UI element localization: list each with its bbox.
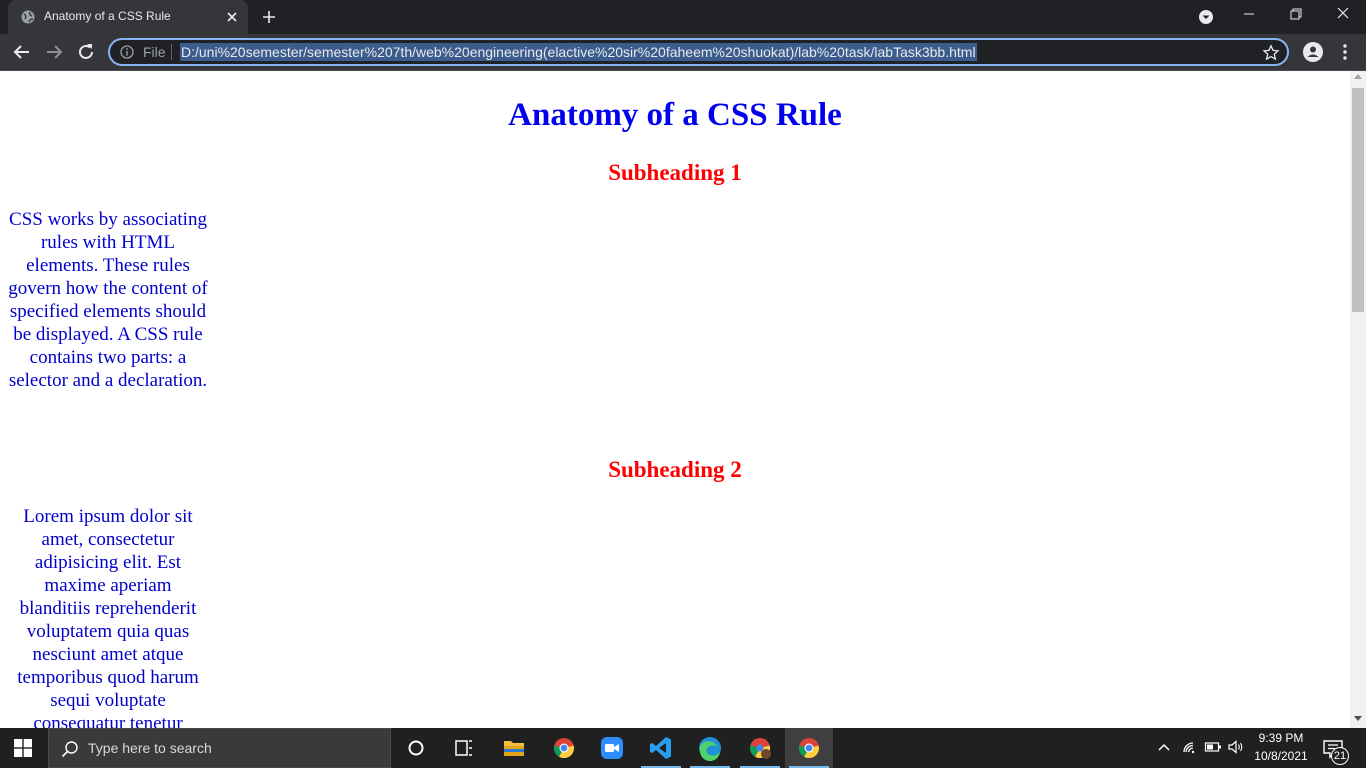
subheading-1: Subheading 1: [608, 160, 742, 185]
address-bar[interactable]: File D:/uni%20semester/semester%207th/we…: [108, 38, 1289, 66]
wifi-icon[interactable]: [1181, 738, 1199, 756]
tab-strip: Anatomy of a CSS Rule: [0, 0, 1366, 34]
page-title: Anatomy of a CSS Rule: [508, 97, 842, 133]
forward-arrow-icon[interactable]: [42, 40, 66, 64]
search-icon: [61, 741, 78, 758]
vertical-scrollbar[interactable]: [1350, 71, 1366, 728]
notification-count-badge: 21: [1331, 747, 1349, 765]
globe-icon: [21, 10, 35, 24]
edge-taskbar-item[interactable]: [686, 728, 734, 768]
info-icon[interactable]: [120, 45, 134, 59]
chrome-active-taskbar-item[interactable]: [785, 728, 833, 768]
vscode-icon: [650, 737, 671, 759]
battery-icon[interactable]: [1204, 738, 1222, 756]
page-viewport: Anatomy of a CSS Rule Subheading 1 CSS w…: [0, 71, 1350, 728]
chrome-icon: [798, 738, 820, 759]
browser-toolbar: File D:/uni%20semester/semester%207th/we…: [0, 34, 1366, 71]
scroll-down-arrow-icon[interactable]: [1354, 716, 1362, 721]
reload-icon[interactable]: [74, 40, 98, 64]
search-placeholder: Type here to search: [88, 740, 212, 756]
scroll-up-arrow-icon[interactable]: [1354, 74, 1362, 79]
back-arrow-icon[interactable]: [10, 40, 34, 64]
edge-icon: [699, 737, 721, 762]
browser-tab[interactable]: Anatomy of a CSS Rule: [8, 0, 248, 34]
minimize-icon[interactable]: [1226, 0, 1272, 30]
vscode-taskbar-item[interactable]: [637, 728, 685, 768]
chrome-profile-taskbar-item[interactable]: [736, 728, 784, 768]
close-tab-icon[interactable]: [222, 7, 242, 27]
windows-start-icon[interactable]: [14, 739, 32, 757]
file-explorer-icon[interactable]: [490, 728, 538, 768]
chevron-up-icon[interactable]: [1155, 738, 1173, 756]
clock-time[interactable]: 9:39 PM: [1255, 731, 1307, 745]
tab-search-icon[interactable]: [1197, 8, 1215, 26]
chrome-icon[interactable]: [540, 728, 588, 768]
cortana-icon[interactable]: [392, 728, 440, 768]
bookmark-star-icon[interactable]: [1262, 44, 1280, 62]
chrome-profile-icon: [749, 738, 771, 759]
tab-title: Anatomy of a CSS Rule: [44, 9, 171, 23]
zoom-icon[interactable]: [588, 728, 636, 768]
profile-avatar-icon[interactable]: [1301, 40, 1325, 64]
restore-icon[interactable]: [1272, 0, 1318, 30]
kebab-menu-icon[interactable]: [1333, 40, 1357, 64]
subheading-2: Subheading 2: [608, 457, 742, 482]
omnibox-divider: [171, 44, 172, 60]
close-window-icon[interactable]: [1320, 0, 1366, 30]
url-scheme-label: File: [143, 44, 166, 60]
paragraph-1: CSS works by associating rules with HTML…: [8, 209, 208, 391]
taskbar-search-box[interactable]: Type here to search: [48, 728, 391, 768]
scrollbar-thumb[interactable]: [1352, 88, 1364, 312]
clock-date[interactable]: 10/8/2021: [1250, 749, 1312, 763]
paragraph-2: Lorem ipsum dolor sit amet, consectetur …: [17, 506, 199, 728]
volume-icon[interactable]: [1227, 738, 1245, 756]
new-tab-icon[interactable]: [259, 7, 279, 27]
taskbar: Type here to search 9:39 PM 10/8/2021 21: [0, 728, 1366, 768]
url-text[interactable]: D:/uni%20semester/semester%207th/web%20e…: [180, 43, 977, 61]
task-view-icon[interactable]: [440, 728, 488, 768]
